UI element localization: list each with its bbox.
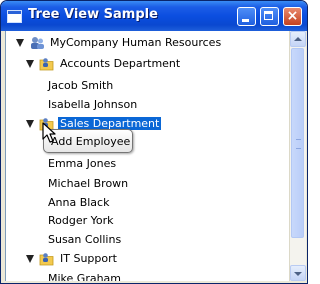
expand-arrow-icon[interactable]	[26, 120, 34, 128]
employee-name: Michael Brown	[48, 177, 129, 190]
tree-view[interactable]: MyCompany Human Resources Accounts Depar…	[5, 31, 290, 281]
tree-node-department[interactable]: Accounts Department	[6, 54, 290, 74]
employee-name: Anna Black	[48, 196, 110, 209]
minimize-button[interactable]	[237, 7, 256, 26]
expand-arrow-icon[interactable]	[26, 60, 34, 68]
tree-node-employee[interactable]: Michael Brown	[6, 174, 290, 194]
employee-name: Emma Jones	[48, 157, 117, 170]
scroll-down-button[interactable]	[290, 265, 306, 281]
mouse-cursor-icon	[42, 122, 56, 143]
people-icon	[31, 37, 44, 49]
employee-name: Susan Collins	[48, 233, 122, 246]
arrow-up-icon	[294, 37, 302, 41]
tree-node-label: Accounts Department	[60, 57, 181, 70]
tree-node-label: IT Support	[60, 252, 117, 265]
add-employee-label: Add Employee	[51, 135, 131, 148]
employee-name: Isabella Johnson	[48, 98, 138, 111]
tree-node-employee[interactable]: Anna Black	[6, 193, 290, 213]
tree-node-label: MyCompany Human Resources	[50, 36, 222, 49]
folder-people-icon	[39, 253, 54, 266]
grip-icon	[296, 139, 301, 149]
expand-arrow-icon[interactable]	[16, 39, 24, 47]
tree-node-employee[interactable]: Emma Jones	[6, 154, 290, 174]
tree-node-department[interactable]: IT Support	[6, 249, 290, 269]
close-icon: ×	[286, 8, 299, 24]
tree-node-employee[interactable]: Jacob Smith	[6, 76, 290, 96]
scroll-thumb[interactable]	[291, 48, 304, 238]
tree-node-employee[interactable]: Susan Collins	[6, 230, 290, 250]
expand-arrow-icon[interactable]	[26, 255, 34, 263]
vertical-scrollbar[interactable]	[289, 31, 306, 281]
close-button[interactable]: ×	[283, 7, 302, 26]
tree-node-root[interactable]: MyCompany Human Resources	[6, 33, 290, 53]
maximize-icon	[264, 11, 273, 20]
window-title: Tree View Sample	[28, 7, 158, 22]
maximize-button[interactable]	[260, 7, 279, 26]
minimize-icon	[242, 19, 249, 22]
tree-node-employee[interactable]: Rodger York	[6, 211, 290, 231]
tree-node-employee[interactable]: Mike Graham	[6, 269, 290, 281]
folder-people-icon	[39, 58, 54, 71]
tree-node-employee[interactable]: Isabella Johnson	[6, 95, 290, 115]
window-icon	[7, 10, 22, 23]
employee-name: Jacob Smith	[48, 79, 114, 92]
arrow-down-icon	[294, 272, 302, 276]
scroll-up-button[interactable]	[290, 31, 306, 47]
employee-name: Mike Graham	[48, 272, 122, 281]
employee-name: Rodger York	[48, 214, 114, 227]
tree-view-window: Tree View Sample × MyCompany Human Resou…	[0, 0, 308, 284]
title-bar[interactable]: Tree View Sample ×	[1, 1, 307, 31]
